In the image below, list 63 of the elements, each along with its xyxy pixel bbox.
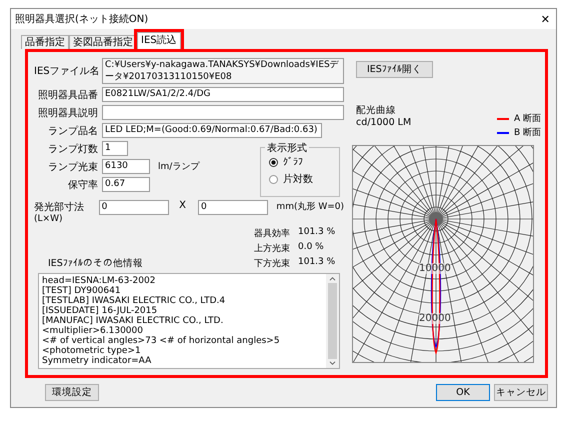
unit-label: mm(丸形 W=0) xyxy=(276,200,344,213)
field-label: ランプ光束 xyxy=(47,160,98,174)
info-line: <multiplier>6.130000 xyxy=(42,326,144,336)
info-line: [TESTLAB] IWASAKI ELECTRIC CO., LTD.4 xyxy=(42,296,226,306)
field-label: 保守率 xyxy=(67,178,98,192)
info-line: Symmetry indicator=AA xyxy=(42,356,152,366)
radio-label: ｸﾞﾗﾌ xyxy=(283,156,303,168)
input-field[interactable]: 0 xyxy=(98,200,170,215)
cancel-button[interactable]: キャンセル xyxy=(494,384,548,401)
close-button[interactable]: ✕ xyxy=(534,12,556,26)
info-line: head=IESNA:LM-63-2002 xyxy=(42,276,156,286)
field-label: IESファイル名 xyxy=(34,65,98,78)
field-label: ランプ灯数 xyxy=(47,142,98,156)
scroll-up-icon[interactable] xyxy=(329,276,336,281)
info-line: <photometric type>1 xyxy=(42,346,142,356)
settings-button[interactable]: 環境設定 xyxy=(45,384,99,401)
tab[interactable]: 品番指定 xyxy=(21,35,69,49)
metric-value: 0.0 % xyxy=(298,242,324,254)
times-label: X xyxy=(179,200,186,211)
legend-label: A 断面 xyxy=(514,112,541,125)
scale-label: 20000 xyxy=(419,313,451,324)
info-line: [ISSUEDATE] 16-JUL-2015 xyxy=(42,306,158,316)
ok-button[interactable]: OK xyxy=(436,384,490,401)
radio-label: 片対数 xyxy=(283,172,313,186)
field-label: 照明器具説明 xyxy=(37,106,98,120)
unit-label: lm/ランプ xyxy=(158,160,200,173)
info-line: [TEST] DY900641 xyxy=(42,286,122,296)
open-file-button[interactable]: IESﾌｧｲﾙ開く xyxy=(356,61,433,78)
input-field[interactable]: 1 xyxy=(102,141,128,156)
field-sublabel: (L×W) xyxy=(34,214,64,224)
group-title: 表示形式 xyxy=(265,141,309,155)
section-label: IESﾌｧｲﾙのその他情報 xyxy=(48,257,143,270)
radio-icon[interactable] xyxy=(269,158,278,166)
input-field[interactable]: 0 xyxy=(198,200,268,215)
input-field[interactable]: 0.67 xyxy=(102,177,150,192)
tab[interactable]: IES読込 xyxy=(137,32,181,49)
file-path-field[interactable]: C:¥Users¥y-nakagawa.TANAKSYS¥Downloads¥IESデータ¥20170313110150¥E08 xyxy=(102,58,344,84)
input-field[interactable]: 6130 xyxy=(102,159,150,174)
scroll-down-icon[interactable] xyxy=(329,361,336,366)
chart-title: 配光曲線 xyxy=(356,104,397,117)
info-line: [MANUFAC] IWASAKI ELECTRIC CO., LTD. xyxy=(42,316,224,326)
field-label: 発光部寸法 xyxy=(34,200,85,214)
field-label: 照明器具品番 xyxy=(37,88,98,102)
window-title: 照明器具選択(ネット接続ON) xyxy=(15,12,148,26)
input-field[interactable]: LED LED;M=(Good:0.69/Normal:0.67/Bad:0.63) xyxy=(102,123,322,138)
radio-icon[interactable] xyxy=(269,174,278,184)
input-field[interactable]: E0821LW/SA1/2/2.4/DG xyxy=(102,87,344,102)
field-label: ランプ品名 xyxy=(47,124,98,138)
scale-label: 10000 xyxy=(419,263,451,274)
metric-value: 101.3 % xyxy=(298,227,336,239)
metric-label: 上方光束 xyxy=(254,242,290,255)
metric-label: 器具効率 xyxy=(254,228,290,240)
metric-label: 下方光束 xyxy=(254,258,290,270)
scrollbar[interactable] xyxy=(326,274,339,368)
info-text-area[interactable] xyxy=(38,273,340,369)
tab[interactable]: 姿図品番指定 xyxy=(69,35,137,49)
info-line: <# of vertical angles>73 <# of horizontal angles>5 xyxy=(42,336,281,346)
legend-label: B 断面 xyxy=(514,126,541,139)
radio-option[interactable]: ｸﾞﾗﾌ xyxy=(269,156,339,168)
chart-unit: cd/1000 LM xyxy=(356,117,412,128)
input-field[interactable] xyxy=(102,105,344,120)
radio-option[interactable]: 片対数 xyxy=(269,172,339,186)
metric-value: 101.3 % xyxy=(298,257,336,269)
